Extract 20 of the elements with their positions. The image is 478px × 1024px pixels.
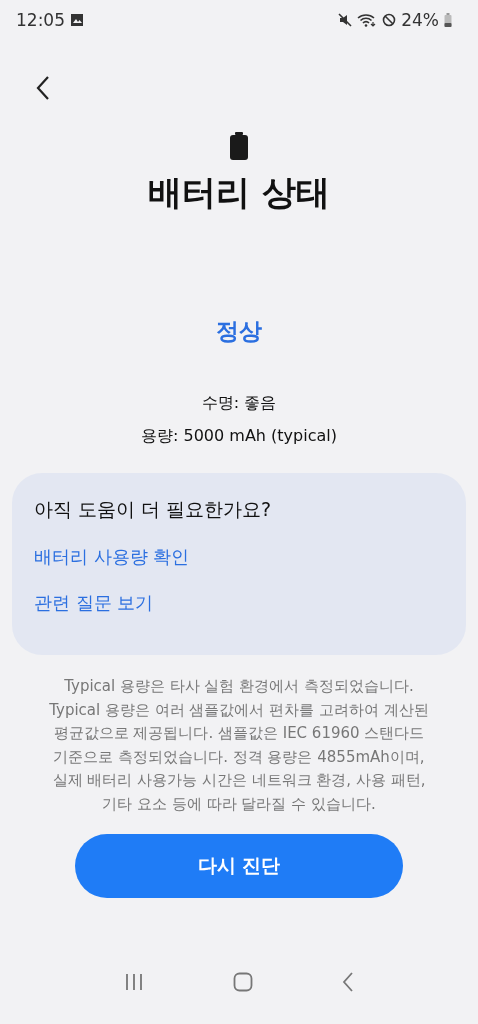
battery-detail: 수명: 좋음	[201, 393, 277, 414]
wifi-icon	[357, 13, 378, 27]
page-title: 배터리 상태	[148, 171, 330, 214]
status-time: 12:05	[16, 10, 65, 30]
footnote-text: Typical 용량은 타사 실험 환경에서 측정되었습니다. Typical 용량은 여러 샘플값에서 편차를 고려하여 계산된 평균값으로 제공됩니다. 샘플값은 IEC 61960 스탠다드 기준으로 측정되었습니다. 정격 용량은 4855mAh이며, 실제 배터리 사용가능 시간은 네트워크 환경, 사용 패턴, 기타 요소 등에 따라 달라질 수 있습니다.	[48, 676, 430, 815]
back-icon[interactable]	[341, 972, 354, 992]
battery-status: 정상	[215, 317, 263, 346]
help-link[interactable]: 배터리 사용량 확인	[34, 545, 190, 569]
battery-icon	[444, 13, 452, 27]
battery-percent: 24%	[401, 10, 439, 30]
home-icon[interactable]	[233, 972, 253, 992]
rediagnose-button[interactable]: 다시 진단	[75, 834, 403, 898]
blocked-icon	[382, 13, 397, 27]
battery-icon	[230, 132, 248, 160]
battery-detail: 용량: 5000 mAh (typical)	[141, 426, 337, 447]
mute-icon	[338, 13, 353, 27]
gallery-icon	[70, 13, 84, 27]
help-link[interactable]: 관련 질문 보기	[34, 591, 154, 615]
help-title: 아직 도움이 더 필요한가요?	[34, 497, 272, 522]
recent-apps-icon[interactable]	[124, 973, 145, 991]
